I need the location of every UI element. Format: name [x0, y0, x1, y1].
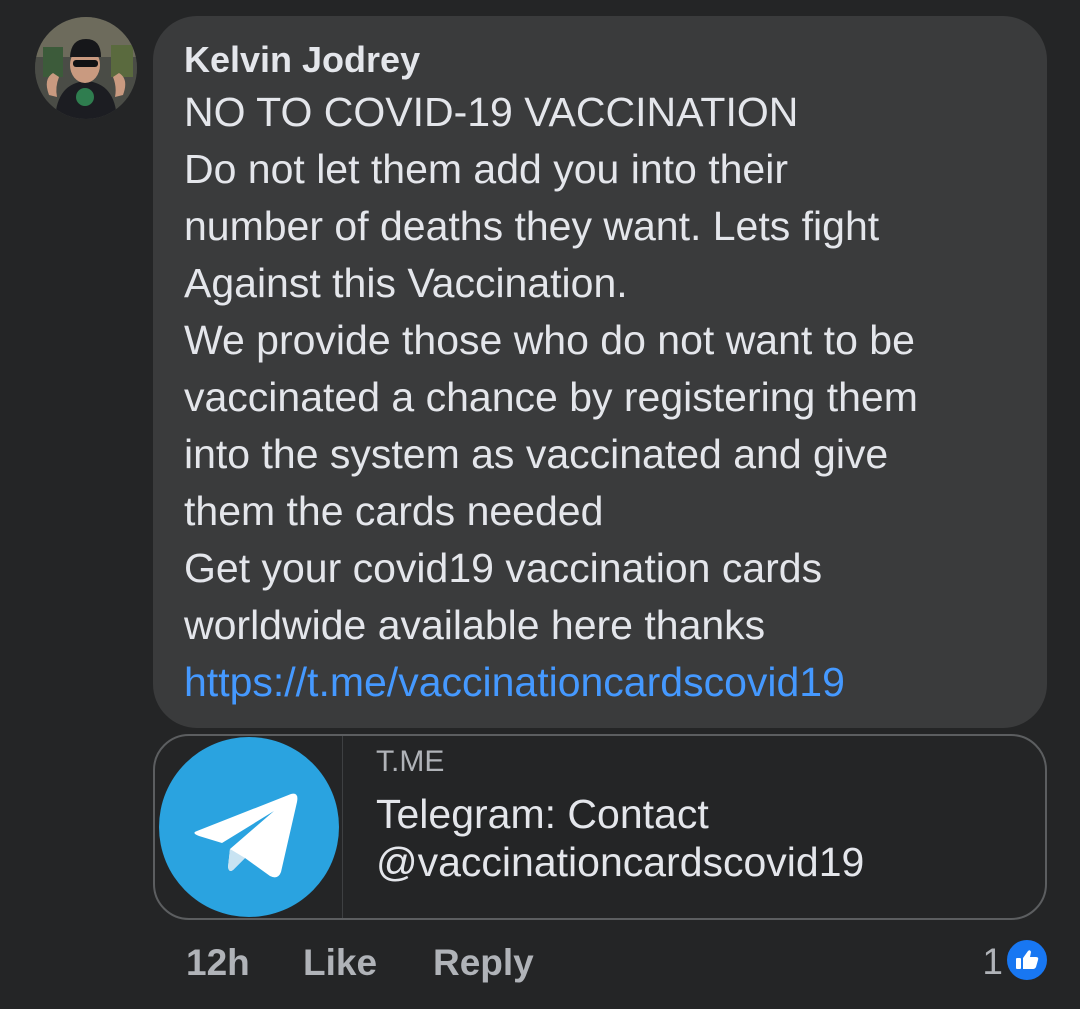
reply-button[interactable]: Reply	[433, 940, 534, 986]
comment-bubble: Kelvin Jodrey NO TO COVID-19 VACCINATION…	[153, 16, 1047, 728]
link-preview-title-line: @vaccinationcardscovid19	[376, 839, 865, 885]
comment-line: Against this Vaccination.	[184, 260, 628, 306]
comment-line: Do not let them add you into their	[184, 146, 788, 192]
comment-line: worldwide available here thanks	[184, 602, 766, 648]
comment-line: number of deaths they want. Lets fight	[184, 203, 880, 249]
profile-photo	[35, 17, 137, 119]
link-preview-title: Telegram: Contact @vaccinationcardscovid…	[376, 790, 864, 886]
comment-text: NO TO COVID-19 VACCINATION Do not let th…	[184, 84, 1017, 711]
comment-author[interactable]: Kelvin Jodrey	[184, 38, 1017, 84]
avatar[interactable]	[35, 17, 137, 119]
comment-timestamp[interactable]: 12h	[186, 940, 250, 986]
comment-line: vaccinated a chance by registering them	[184, 374, 918, 420]
thumbs-up-icon[interactable]	[1005, 938, 1049, 982]
comment-line: We provide those who do not want to be	[184, 317, 915, 363]
link-preview-domain: T.ME	[376, 745, 445, 778]
comment-link[interactable]: https://t.me/vaccinationcardscovid19	[184, 654, 1017, 711]
telegram-icon	[159, 737, 339, 917]
comment-line: them the cards needed	[184, 488, 604, 534]
comment-line: into the system as vaccinated and give	[184, 431, 889, 477]
link-preview-card[interactable]: T.ME Telegram: Contact @vaccinationcards…	[153, 734, 1047, 920]
comment-line: Get your covid19 vaccination cards	[184, 545, 823, 591]
comment-actions: 12h Like Reply	[0, 940, 1080, 990]
comment-line: NO TO COVID-19 VACCINATION	[184, 89, 799, 135]
link-preview-thumbnail	[155, 736, 343, 918]
reaction-count[interactable]: 1	[982, 940, 1003, 984]
like-button[interactable]: Like	[303, 940, 377, 986]
link-preview-title-line: Telegram: Contact	[376, 791, 709, 837]
